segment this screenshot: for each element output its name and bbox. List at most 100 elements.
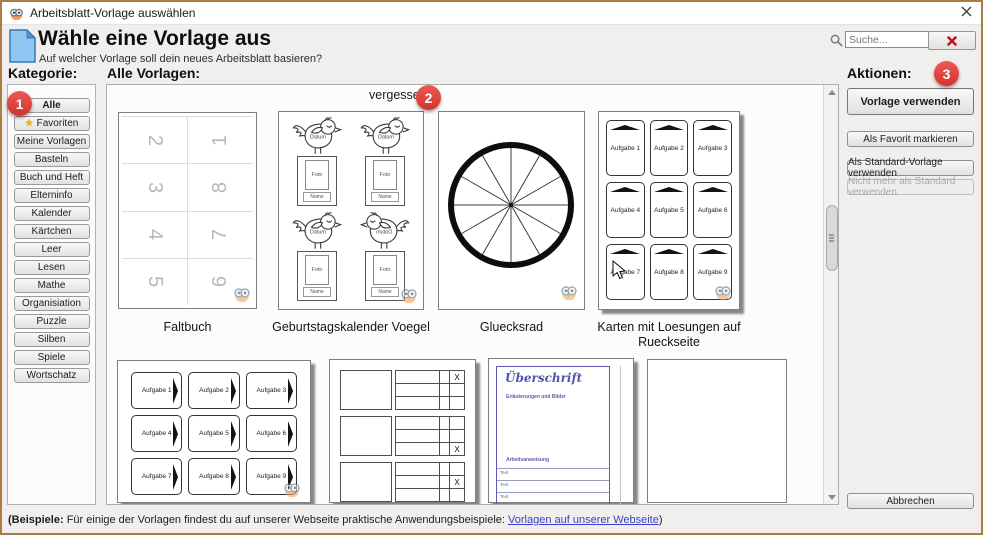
category-button[interactable]: ★ Favoriten bbox=[13, 116, 90, 131]
close-icon[interactable] bbox=[958, 3, 975, 20]
category-button[interactable]: Meine Vorlagen bbox=[13, 134, 90, 149]
mini-card: Aufgabe 4 bbox=[131, 415, 183, 452]
owl-watermark bbox=[400, 286, 418, 304]
faltbuch-cell: 4 bbox=[122, 210, 187, 258]
bird-unit: Foto Name bbox=[283, 116, 351, 211]
category-button[interactable]: Kalender bbox=[13, 206, 90, 221]
mark-favorite-button[interactable]: Als Favorit markieren bbox=[847, 131, 974, 147]
floating-text: vergesse bbox=[369, 88, 420, 102]
page-subtitle: Auf welcher Vorlage soll dein neues Arbe… bbox=[39, 53, 323, 65]
website-link[interactable]: Vorlagen auf unserer Webseite bbox=[508, 514, 659, 526]
text-row: Text bbox=[497, 504, 609, 505]
mini-card: Aufgabe 3 bbox=[693, 120, 732, 176]
template-thumbnail-voegel[interactable]: Foto Name Foto Name Foto Name Foto Name bbox=[278, 111, 424, 310]
annotation-badge-2: 2 bbox=[416, 85, 441, 110]
category-label: Mathe bbox=[37, 280, 66, 291]
document-icon bbox=[9, 29, 36, 63]
mini-card: Aufgabe 5 bbox=[649, 182, 689, 238]
category-label: Favoriten bbox=[36, 118, 79, 129]
category-label: Meine Vorlagen bbox=[16, 136, 87, 147]
scroll-up-button[interactable] bbox=[824, 85, 838, 99]
category-panel: Alle ★ Favoriten Meine Vorlagen Basteln bbox=[7, 84, 96, 505]
template-caption: Karten mit Loesungen auf Rueckseite bbox=[597, 320, 741, 349]
category-button[interactable]: Basteln bbox=[13, 152, 90, 167]
template-caption: Gluecksrad bbox=[479, 320, 544, 334]
category-list: Alle ★ Favoriten Meine Vorlagen Basteln bbox=[8, 98, 95, 386]
owl-watermark bbox=[714, 283, 732, 301]
owl-watermark bbox=[560, 283, 578, 301]
faltbuch-cell: 1 bbox=[188, 116, 253, 163]
faltbuch-cell: 2 bbox=[122, 116, 187, 163]
template-thumbnail-tabelle[interactable]: X X X bbox=[329, 359, 476, 503]
template-thumbnail-blank[interactable] bbox=[647, 359, 787, 503]
faltbuch-cell: 3 bbox=[122, 163, 187, 210]
star-icon: ★ bbox=[24, 117, 34, 129]
category-button[interactable]: Wortschatz bbox=[13, 368, 90, 383]
category-button[interactable]: Lesen bbox=[13, 260, 90, 275]
text-row: Text bbox=[497, 492, 609, 504]
template-thumbnail-gluecksrad[interactable] bbox=[438, 111, 585, 310]
template-list-panel: vergesse 2345 1876 Faltbuch Foto Name Fo… bbox=[106, 84, 839, 505]
category-button[interactable]: Silben bbox=[13, 332, 90, 347]
category-label: Alle bbox=[42, 100, 61, 111]
scroll-down-button[interactable] bbox=[824, 490, 838, 504]
page-title: Wähle eine Vorlage aus bbox=[38, 27, 272, 50]
mini-card: Aufgabe 6 bbox=[693, 182, 732, 238]
content-frame: Überschrift Erläuterungen und Bilder Arb… bbox=[496, 366, 610, 505]
vertical-scrollbar[interactable] bbox=[823, 85, 838, 504]
scrollbar-thumb[interactable] bbox=[826, 205, 838, 271]
app-owl-icon bbox=[9, 6, 24, 21]
search-input[interactable] bbox=[845, 31, 929, 48]
actions-heading: Aktionen: bbox=[847, 65, 912, 81]
template-caption: Geburtstagskalender Voegel bbox=[272, 320, 430, 334]
mini-card: Aufgabe 8 bbox=[649, 244, 689, 300]
mini-card: Aufgabe 2 bbox=[188, 372, 240, 409]
mini-card: Aufgabe 7 bbox=[606, 244, 645, 300]
category-label: Organisiation bbox=[22, 298, 81, 309]
mini-card: Aufgabe 8 bbox=[188, 458, 240, 495]
template-thumbnail-karten-quer[interactable]: Aufgabe 1 Aufgabe 2 Aufgabe 3 Aufgabe 4 Aufg… bbox=[117, 360, 311, 503]
faltbuch-cell: 5 bbox=[122, 257, 187, 305]
category-label: Spiele bbox=[37, 352, 66, 363]
category-button[interactable]: Kärtchen bbox=[13, 224, 90, 239]
category-button[interactable]: Puzzle bbox=[13, 314, 90, 329]
category-button[interactable]: Buch und Heft bbox=[13, 170, 90, 185]
template-thumbnail-faltbuch[interactable]: 2345 1876 bbox=[118, 112, 257, 309]
category-button[interactable]: Spiele bbox=[13, 350, 90, 365]
cancel-button[interactable]: Abbrechen bbox=[847, 493, 974, 509]
bird-unit: Foto Name bbox=[283, 211, 351, 306]
category-label: Kalender bbox=[31, 208, 72, 219]
clear-search-button[interactable] bbox=[928, 31, 976, 50]
category-label: Puzzle bbox=[36, 316, 67, 327]
use-template-button[interactable]: Vorlage verwenden bbox=[847, 88, 974, 115]
use-as-standard-button[interactable]: Als Standard-Vorlage verwenden bbox=[847, 157, 974, 179]
mini-card: Aufgabe 7 bbox=[131, 458, 183, 495]
mini-card: Aufgabe 6 bbox=[245, 415, 297, 452]
category-label: Wortschatz bbox=[26, 370, 77, 381]
category-button[interactable]: Elterninfo bbox=[13, 188, 90, 203]
bird-icon bbox=[357, 211, 413, 251]
bird-icon bbox=[289, 211, 345, 251]
annotation-badge-3: 3 bbox=[934, 61, 959, 86]
template-thumbnail-karten[interactable]: Aufgabe 1 Aufgabe 2 Aufgabe 3 Aufgabe 4 Aufg… bbox=[598, 111, 740, 310]
wheel-graphic bbox=[448, 142, 574, 268]
mini-card: Aufgabe 1 bbox=[131, 372, 183, 409]
category-button[interactable]: Leer bbox=[13, 242, 90, 257]
category-button[interactable]: Mathe bbox=[13, 278, 90, 293]
mini-card: Aufgabe 4 bbox=[606, 182, 645, 238]
category-label: Leer bbox=[41, 244, 62, 255]
template-thumbnail-ueberschrift[interactable]: Überschrift Erläuterungen und Bilder Arb… bbox=[488, 358, 634, 505]
card-grid: Aufgabe 1 Aufgabe 2 Aufgabe 3 Aufgabe 4 Aufg… bbox=[606, 120, 732, 301]
annotation-badge-1: 1 bbox=[7, 91, 32, 116]
mini-card: Aufgabe 5 bbox=[188, 415, 240, 452]
category-label: Lesen bbox=[37, 262, 66, 273]
window-title: Arbeitsblatt-Vorlage auswählen bbox=[30, 6, 196, 20]
bird-icon bbox=[289, 116, 345, 156]
mini-card: Aufgabe 1 bbox=[606, 120, 645, 176]
category-label: Buch und Heft bbox=[19, 172, 84, 183]
category-label: Kärtchen bbox=[31, 226, 72, 237]
category-button[interactable]: Organisiation bbox=[13, 296, 90, 311]
red-x-icon bbox=[947, 35, 957, 46]
table-layout: X X X bbox=[340, 370, 465, 502]
faltbuch-cell: 8 bbox=[188, 163, 253, 210]
